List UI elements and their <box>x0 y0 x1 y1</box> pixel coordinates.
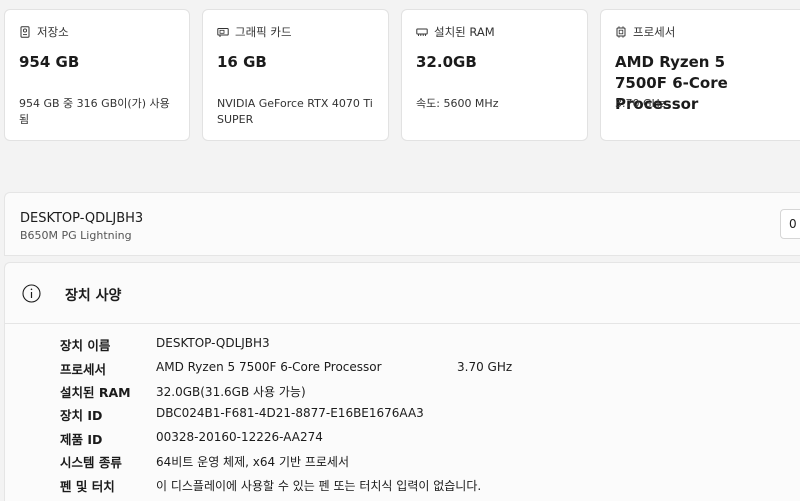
spec-label: 프로세서 <box>60 362 107 377</box>
spec-row: 장치 ID DBC024B1-F681-4D21-8877-E16BE1676A… <box>5 402 800 424</box>
spec-row: 프로세서 AMD Ryzen 5 7500F 6-Core Processor … <box>5 356 800 378</box>
spec-value: 00328-20160-12226-AA274 <box>156 430 323 444</box>
card-title: 저장소 <box>37 25 69 39</box>
spec-value: 32.0GB(31.6GB 사용 가능) <box>156 385 306 399</box>
storage-icon <box>20 26 30 38</box>
card-value: 32.0GB <box>416 53 477 71</box>
spec-label: 설치된 RAM <box>60 385 131 400</box>
spec-cards: 저장소 954 GB 954 GB 중 316 GB이(가) 사용됨 그래픽 카… <box>4 9 800 141</box>
card-value: 954 GB <box>19 53 80 71</box>
spec-value: AMD Ryzen 5 7500F 6-Core Processor <box>156 360 382 374</box>
card-graphics[interactable]: 그래픽 카드 16 GB NVIDIA GeForce RTX 4070 Ti … <box>202 9 389 141</box>
card-storage[interactable]: 저장소 954 GB 954 GB 중 316 GB이(가) 사용됨 <box>4 9 190 141</box>
spec-label: 시스템 종류 <box>60 455 122 470</box>
device-info-bar: DESKTOP-QDLJBH3 B650M PG Lightning 0 <box>4 192 800 256</box>
spec-row: 시스템 종류 64비트 운영 체제, x64 기반 프로세서 <box>5 449 800 471</box>
spec-extra: 3.70 GHz <box>457 360 513 374</box>
card-description: 954 GB 중 316 GB이(가) 사용됨 <box>19 97 170 126</box>
card-description: NVIDIA GeForce RTX 4070 Ti SUPER <box>217 97 373 126</box>
device-specs-body: 장치 이름 DESKTOP-QDLJBH3 프로세서 AMD Ryzen 5 7… <box>4 323 800 501</box>
spec-row: 장치 이름 DESKTOP-QDLJBH3 <box>5 332 800 354</box>
spec-label: 장치 ID <box>60 408 103 423</box>
spec-value: DBC024B1-F681-4D21-8877-E16BE1676AA3 <box>156 406 424 420</box>
info-icon <box>22 284 41 303</box>
card-description: 속도: 5600 MHz <box>416 97 499 110</box>
spec-row: 제품 ID 00328-20160-12226-AA274 <box>5 426 800 448</box>
device-name: DESKTOP-QDLJBH3 <box>20 211 144 226</box>
graphics-card-icon <box>217 28 229 37</box>
spec-label: 펜 및 터치 <box>60 479 115 494</box>
section-title: 장치 사양 <box>65 288 122 304</box>
device-specs-header[interactable]: 장치 사양 <box>4 262 800 324</box>
spec-label: 장치 이름 <box>60 338 111 353</box>
card-title: 그래픽 카드 <box>235 25 292 39</box>
card-ram[interactable]: 설치된 RAM 32.0GB 속도: 5600 MHz <box>401 9 588 141</box>
ram-icon <box>416 28 428 36</box>
spec-label: 제품 ID <box>60 432 103 447</box>
card-title: 프로세서 <box>633 25 676 39</box>
spec-row: 펜 및 터치 이 디스플레이에 사용할 수 있는 펜 또는 터치식 입력이 없습… <box>5 473 800 495</box>
card-description: 3.70 GHz <box>615 97 666 110</box>
card-title: 설치된 RAM <box>434 25 495 39</box>
card-processor[interactable]: 프로세서 AMD Ryzen 5 7500F 6-Core Processor … <box>600 9 800 141</box>
spec-value: 64비트 운영 체제, x64 기반 프로세서 <box>156 455 350 469</box>
card-value: 16 GB <box>217 53 267 71</box>
device-model: B650M PG Lightning <box>20 229 132 242</box>
processor-icon <box>616 26 626 38</box>
spec-value: 이 디스플레이에 사용할 수 있는 펜 또는 터치식 입력이 없습니다. <box>156 479 482 493</box>
spec-value: DESKTOP-QDLJBH3 <box>156 336 270 350</box>
rename-button[interactable]: 0 <box>780 209 800 239</box>
spec-row: 설치된 RAM 32.0GB(31.6GB 사용 가능) <box>5 379 800 401</box>
